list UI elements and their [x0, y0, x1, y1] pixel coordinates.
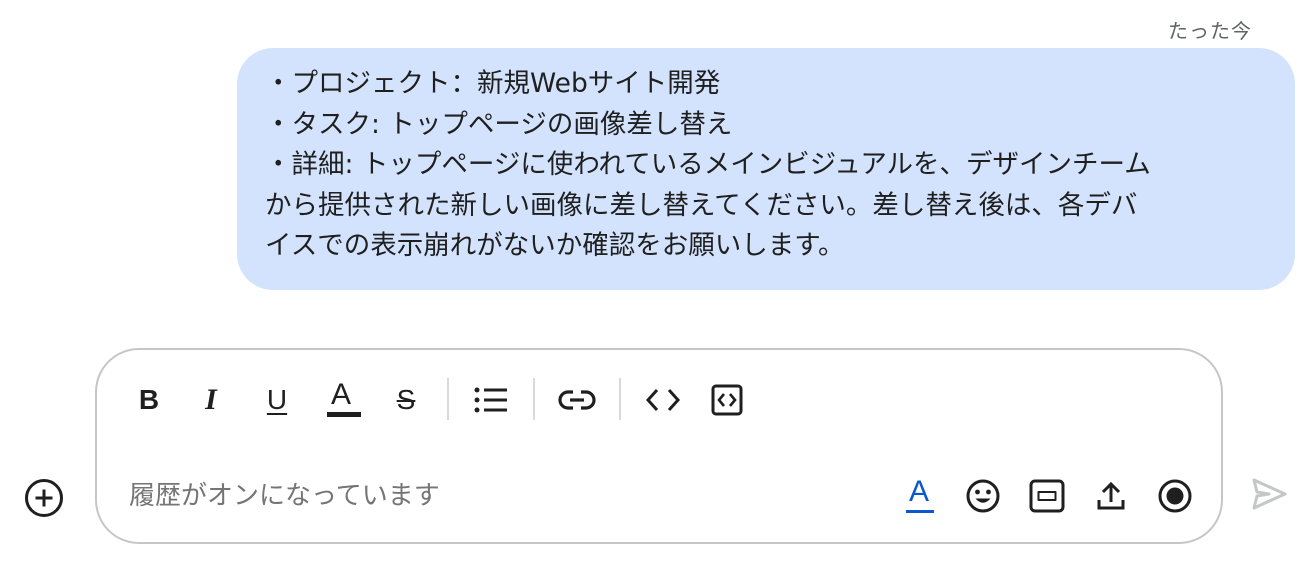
link-button[interactable] — [553, 374, 601, 426]
message-bubble: ・プロジェクト：新規Webサイト開発 ・タスク: トップページの画像差し替え ・… — [237, 48, 1295, 290]
gif-button[interactable] — [1025, 474, 1069, 518]
message-line: ・詳細: トップページに使われているメインビジュアルを、デザインチーム — [265, 149, 1151, 180]
italic-icon: I — [205, 383, 217, 416]
strikethrough-icon: S — [396, 384, 416, 415]
message-line: イスでの表示崩れがないか確認をお願いします。 — [265, 230, 845, 261]
bulleted-list-button[interactable] — [467, 374, 515, 426]
strikethrough-button[interactable]: S — [382, 374, 430, 426]
code-icon — [645, 388, 681, 412]
message-line: ・プロジェクト：新規Webサイト開発 — [265, 68, 721, 99]
formatting-toggle-button[interactable]: A — [897, 474, 941, 518]
plus-circle-icon — [25, 479, 63, 517]
bold-button[interactable]: B — [125, 374, 173, 426]
message-line: から提供された新しい画像に差し替えてください。差し替え後は、各デバ — [265, 189, 1138, 221]
message-composer: B I U A S 履歴がオンになっています A — [95, 348, 1223, 544]
message-input[interactable] — [129, 476, 829, 516]
upload-icon — [1097, 481, 1125, 510]
message-line: ・タスク: トップページの画像差し替え — [265, 108, 733, 140]
send-button[interactable] — [1246, 471, 1292, 517]
code-block-icon — [711, 384, 743, 416]
code-block-button[interactable] — [703, 374, 751, 426]
emoji-button[interactable] — [961, 474, 1005, 518]
add-button[interactable] — [21, 475, 67, 521]
italic-button[interactable]: I — [187, 374, 235, 426]
send-icon — [1252, 478, 1287, 510]
gif-icon — [1029, 479, 1065, 513]
record-button[interactable] — [1153, 474, 1197, 518]
text-format-icon: A — [908, 475, 929, 508]
upload-button[interactable] — [1089, 474, 1133, 518]
font-color-icon: A — [330, 378, 351, 411]
emoji-icon — [966, 479, 1000, 513]
font-color-swatch — [327, 412, 361, 417]
bold-icon: B — [138, 384, 160, 415]
code-button[interactable] — [639, 374, 687, 426]
formatting-toolbar: B I U A S — [97, 374, 1221, 426]
text-format-underline — [906, 510, 934, 513]
bulleted-list-icon — [474, 387, 507, 413]
message-timestamp: たった今 — [1168, 19, 1252, 43]
record-icon — [1158, 479, 1192, 513]
underline-button[interactable]: U — [253, 374, 301, 426]
link-icon — [558, 390, 596, 410]
font-color-button[interactable]: A — [317, 374, 365, 426]
toolbar-divider — [447, 378, 449, 420]
underline-icon: U — [266, 384, 288, 415]
toolbar-divider — [533, 378, 535, 420]
chat-view: たった今 ・プロジェクト：新規Webサイト開発 ・タスク: トップページの画像差… — [0, 0, 1308, 576]
toolbar-divider — [619, 378, 621, 420]
